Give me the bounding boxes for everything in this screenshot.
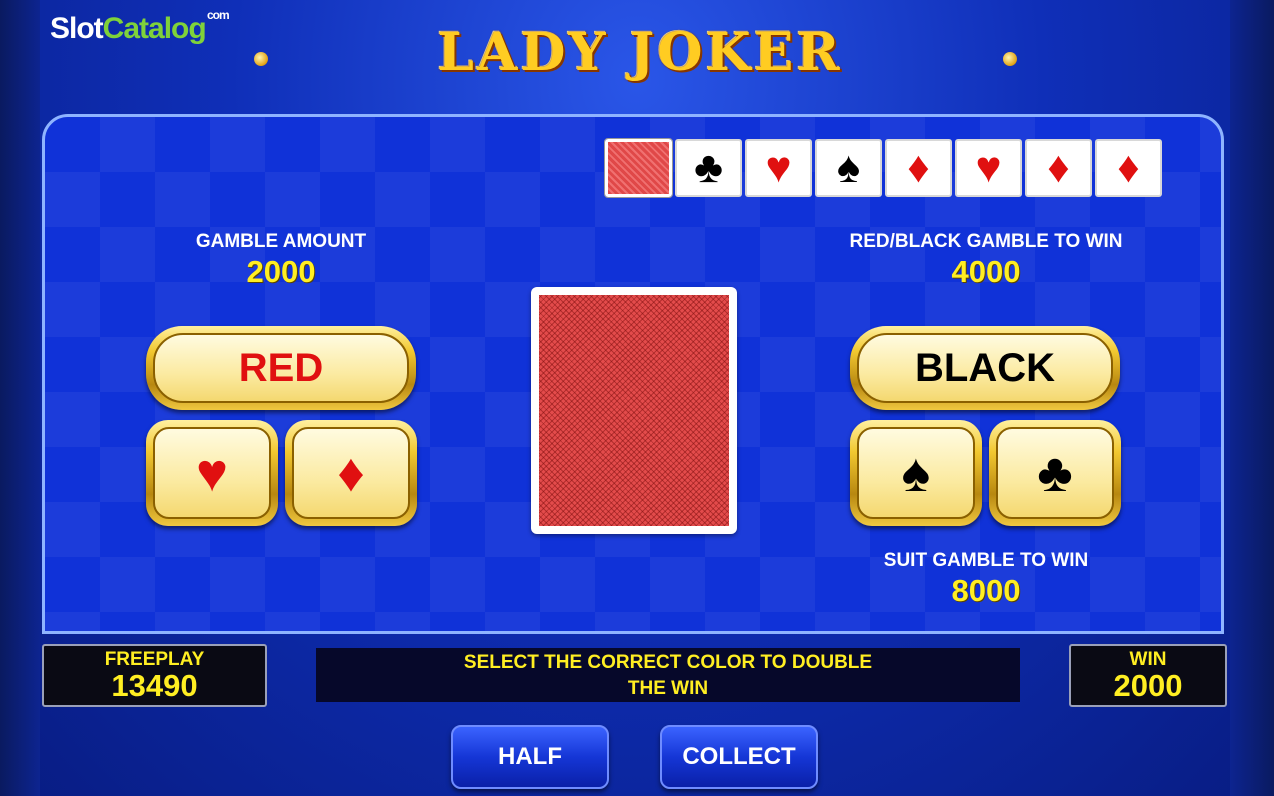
half-button[interactable]: HALF [451, 725, 609, 789]
history-card-spade-icon: ♠ [815, 139, 882, 197]
right-edge [1230, 0, 1274, 796]
freeplay-value: 13490 [111, 668, 198, 703]
diamond-icon: ♦ [292, 427, 410, 519]
history-card-back [604, 138, 673, 198]
win-box: WIN 2000 [1069, 644, 1227, 707]
red-button-label: RED [153, 333, 409, 403]
watermark-part1: Slot [50, 12, 104, 45]
suit-win-label: SUIT GAMBLE TO WIN [883, 550, 1089, 571]
freeplay-box: FREEPLAY 13490 [42, 644, 267, 707]
instruction-message: SELECT THE CORRECT COLOR TO DOUBLE THE W… [316, 648, 1020, 702]
history-card-heart-icon: ♥ [955, 139, 1022, 197]
title-ornament-left [254, 52, 268, 66]
message-line2: THE WIN [627, 678, 709, 699]
black-button-label: BLACK [857, 333, 1113, 403]
club-button[interactable]: ♣ [989, 420, 1121, 526]
win-value: 2000 [1113, 668, 1183, 703]
card-history: ♣ ♥ ♠ ♦ ♥ ♦ ♦ [604, 138, 1162, 198]
message-line1: SELECT THE CORRECT COLOR TO DOUBLE [463, 652, 873, 673]
diamond-button[interactable]: ♦ [285, 420, 417, 526]
gamble-amount-label: GAMBLE AMOUNT [195, 231, 367, 252]
suit-win-value: 8000 [951, 573, 1021, 608]
history-card-diamond-icon: ♦ [885, 139, 952, 197]
red-black-win-value: 4000 [951, 254, 1021, 289]
black-button[interactable]: BLACK [850, 326, 1120, 410]
title-ornament-right [1003, 52, 1017, 66]
card-back-pattern [539, 295, 729, 526]
freeplay-label: FREEPLAY [104, 649, 205, 670]
history-card-heart-icon: ♥ [745, 139, 812, 197]
spade-icon: ♠ [857, 427, 975, 519]
red-button[interactable]: RED [146, 326, 416, 410]
gamble-amount-value: 2000 [246, 254, 316, 289]
history-card-club-icon: ♣ [675, 139, 742, 197]
left-edge [0, 0, 40, 796]
face-down-card [531, 287, 737, 534]
win-label: WIN [1129, 649, 1167, 670]
red-black-win-label: RED/BLACK GAMBLE TO WIN [849, 231, 1123, 252]
heart-icon: ♥ [153, 427, 271, 519]
watermark-part2: Catalog [102, 12, 207, 45]
history-card-diamond-icon: ♦ [1025, 139, 1092, 197]
history-card-diamond-icon: ♦ [1095, 139, 1162, 197]
slotcatalog-watermark: SlotCatalog com [50, 8, 230, 46]
heart-button[interactable]: ♥ [146, 420, 278, 526]
spade-button[interactable]: ♠ [850, 420, 982, 526]
collect-button[interactable]: COLLECT [660, 725, 818, 789]
club-icon: ♣ [996, 427, 1114, 519]
game-title: LADY JOKER [437, 22, 843, 83]
watermark-suffix: com [207, 8, 230, 22]
